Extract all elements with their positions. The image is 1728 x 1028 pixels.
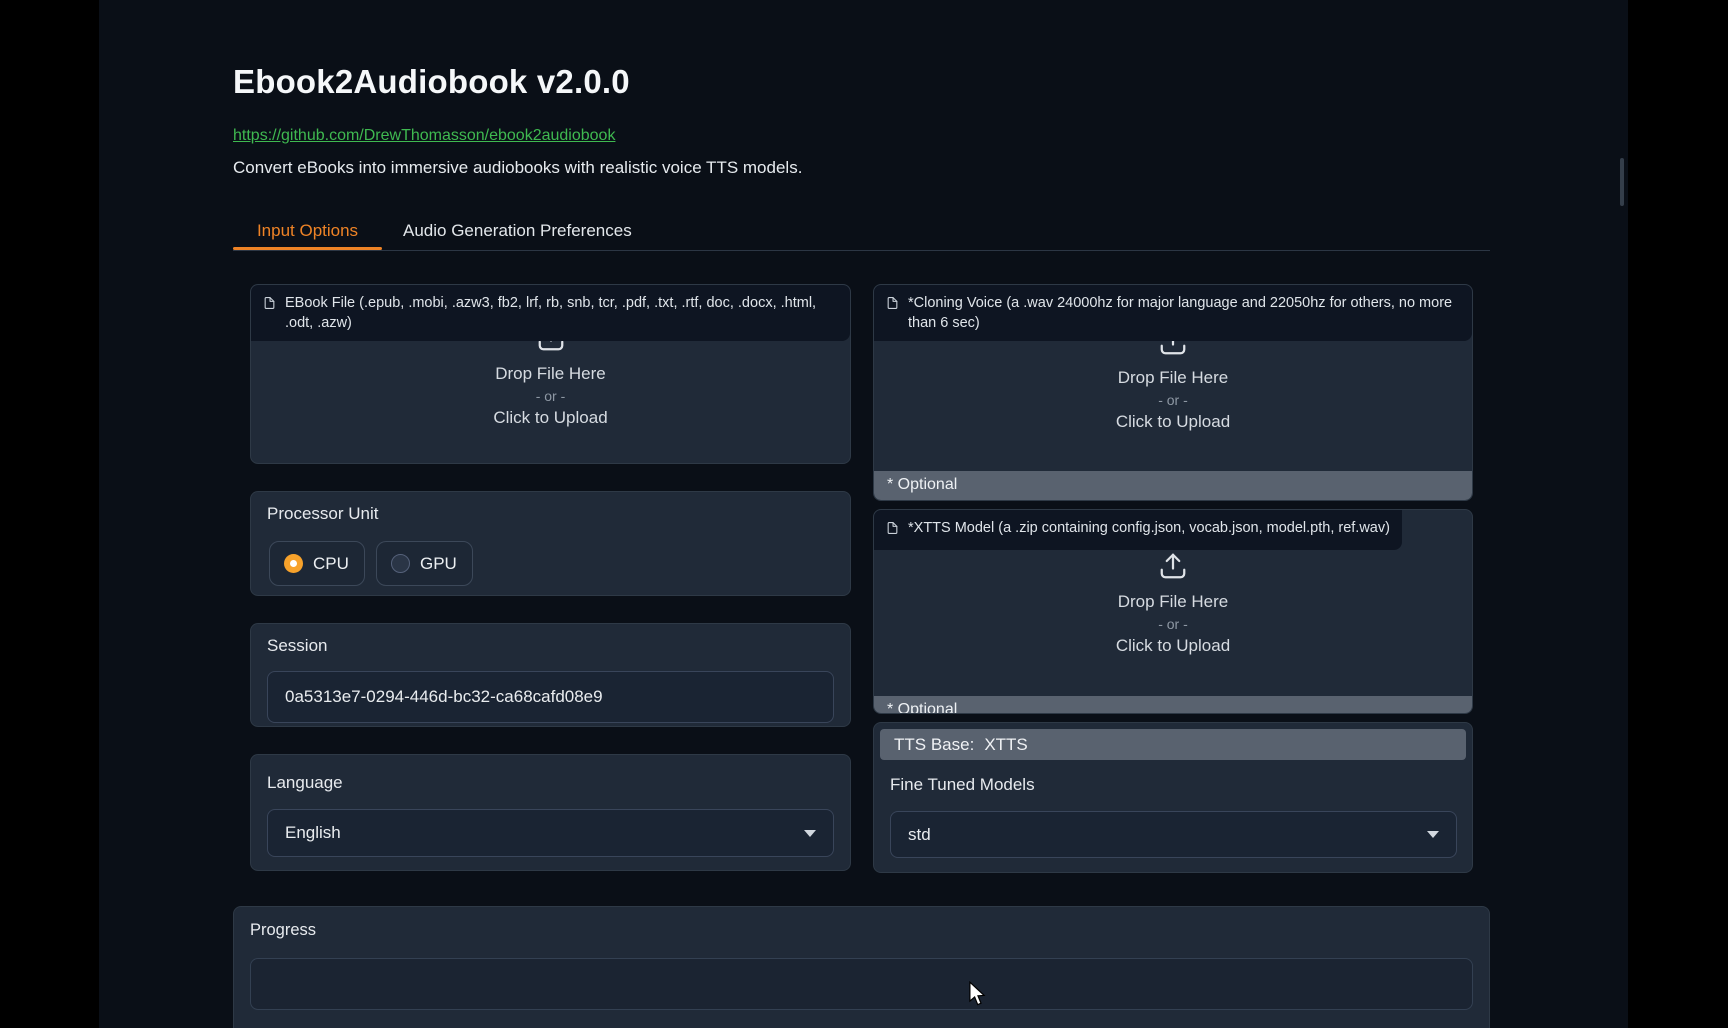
file-icon — [886, 295, 899, 317]
xtts-model-card: Drop File Here - or - Click to Upload *X… — [873, 509, 1473, 714]
radio-unselected-icon — [391, 554, 410, 573]
file-icon — [263, 295, 276, 317]
tts-base-label: TTS Base: — [894, 735, 974, 755]
tts-base-bar: TTS Base: XTTS — [880, 729, 1466, 760]
click-to-upload-text: Click to Upload — [493, 408, 607, 428]
tab-audio-generation-preferences[interactable]: Audio Generation Preferences — [403, 219, 632, 243]
repo-link[interactable]: https://github.com/DrewThomasson/ebook2a… — [233, 127, 615, 145]
language-dropdown[interactable]: English — [267, 809, 834, 857]
upload-icon — [1158, 551, 1188, 586]
processor-unit-label: Processor Unit — [267, 504, 378, 524]
tab-input-options[interactable]: Input Options — [233, 219, 382, 243]
fine-tuned-models-label: Fine Tuned Models — [890, 775, 1035, 795]
radio-cpu-label: CPU — [313, 554, 349, 574]
session-input[interactable]: 0a5313e7-0294-446d-bc32-ca68cafd08e9 — [267, 671, 834, 723]
session-card: Session 0a5313e7-0294-446d-bc32-ca68cafd… — [250, 623, 851, 727]
click-to-upload-text: Click to Upload — [1116, 636, 1230, 656]
file-icon — [886, 520, 899, 542]
click-to-upload-text: Click to Upload — [1116, 412, 1230, 432]
tab-divider — [233, 250, 1490, 251]
gradio-page: Ebook2Audiobook v2.0.0 https://github.co… — [99, 0, 1628, 1028]
cloning-voice-label-text: *Cloning Voice (a .wav 24000hz for major… — [908, 293, 1460, 333]
session-value: 0a5313e7-0294-446d-bc32-ca68cafd08e9 — [285, 687, 603, 707]
app-description: Convert eBooks into immersive audiobooks… — [233, 158, 802, 178]
language-label: Language — [267, 773, 343, 793]
radio-gpu-label: GPU — [420, 554, 457, 574]
drop-file-here-text: Drop File Here — [495, 364, 606, 384]
drop-file-here-text: Drop File Here — [1118, 592, 1229, 612]
xtts-model-optional-bar: * Optional — [874, 696, 1472, 714]
tts-settings-card: TTS Base: XTTS Fine Tuned Models std — [873, 722, 1473, 873]
ebook-file-card: Drop File Here - or - Click to Upload EB… — [250, 284, 851, 464]
language-card: Language English — [250, 754, 851, 871]
or-text: - or - — [536, 388, 566, 404]
ebook-file-label-text: EBook File (.epub, .mobi, .azw3, fb2, lr… — [285, 293, 838, 333]
page-title: Ebook2Audiobook v2.0.0 — [233, 63, 630, 101]
chevron-down-icon — [804, 830, 816, 837]
radio-selected-icon — [284, 554, 303, 573]
or-text: - or - — [1158, 616, 1188, 632]
fine-tuned-selected-value: std — [908, 825, 931, 845]
tts-base-value: XTTS — [984, 735, 1027, 755]
progress-output — [250, 958, 1473, 1010]
mouse-cursor — [968, 981, 986, 1012]
xtts-model-label-text: *XTTS Model (a .zip containing config.js… — [908, 518, 1390, 538]
cloning-voice-card: Drop File Here - or - Click to Upload *C… — [873, 284, 1473, 501]
or-text: - or - — [1158, 392, 1188, 408]
vertical-scrollbar-thumb[interactable] — [1620, 158, 1624, 206]
cloning-voice-optional-bar: * Optional — [874, 471, 1472, 500]
xtts-model-label: *XTTS Model (a .zip containing config.js… — [874, 510, 1402, 550]
processor-unit-card: Processor Unit CPU GPU — [250, 491, 851, 596]
drop-file-here-text: Drop File Here — [1118, 368, 1229, 388]
progress-label: Progress — [250, 921, 316, 940]
ebook-file-label: EBook File (.epub, .mobi, .azw3, fb2, lr… — [251, 285, 850, 341]
cloning-voice-label: *Cloning Voice (a .wav 24000hz for major… — [874, 285, 1472, 341]
fine-tuned-models-dropdown[interactable]: std — [890, 811, 1457, 858]
radio-option-gpu[interactable]: GPU — [376, 541, 473, 586]
session-label: Session — [267, 636, 327, 656]
app-canvas: Ebook2Audiobook v2.0.0 https://github.co… — [0, 0, 1728, 1028]
radio-option-cpu[interactable]: CPU — [269, 541, 365, 586]
language-selected-value: English — [285, 823, 341, 843]
progress-card: Progress — [233, 906, 1490, 1028]
chevron-down-icon — [1427, 831, 1439, 838]
